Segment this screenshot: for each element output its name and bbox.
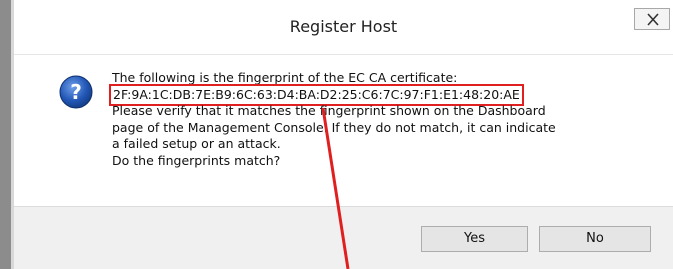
message-line-6: Do the fingerprints match? <box>112 152 281 168</box>
no-button[interactable]: No <box>539 226 651 252</box>
message-line-1: The following is the fingerprint of the … <box>112 70 458 85</box>
fingerprint-value: 2F:9A:1C:DB:7E:B9:6C:63:D4:BA:D2:25:C6:7… <box>109 83 524 107</box>
message-line-5: a failed setup or an attack. <box>112 136 281 152</box>
svg-text:?: ? <box>70 80 82 104</box>
message-line-4: page of the Management Console. If they … <box>112 119 556 135</box>
dialog-footer: Yes No <box>14 206 673 269</box>
close-button[interactable] <box>634 8 670 30</box>
yes-button[interactable]: Yes <box>421 226 528 252</box>
screenshot: Register Host ? The following is the fin… <box>0 0 673 269</box>
title-bar: Register Host <box>14 0 673 55</box>
question-icon: ? <box>59 75 93 109</box>
dialog-title: Register Host <box>289 17 398 36</box>
message-line-3: Please verify that it matches the finger… <box>112 103 546 119</box>
window-frame-left <box>0 0 11 269</box>
dialog-message: The following is the fingerprint of the … <box>109 70 652 170</box>
close-icon <box>647 13 659 26</box>
